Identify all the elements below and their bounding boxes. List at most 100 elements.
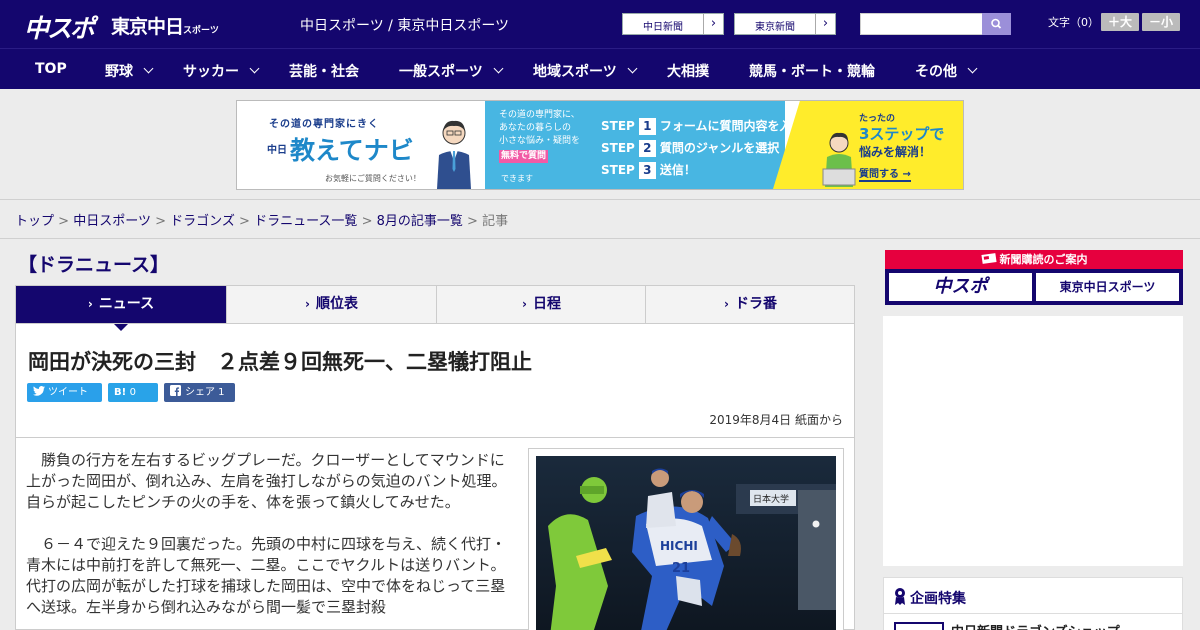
divider bbox=[16, 437, 854, 438]
step-label: STEP bbox=[601, 163, 635, 177]
nav-label: 芸能・社会 bbox=[289, 64, 359, 80]
divider bbox=[0, 238, 1200, 239]
banner-brand: 中日 教えてナビ bbox=[267, 131, 414, 167]
nav-item-general-sports[interactable]: 一般スポーツ bbox=[399, 61, 504, 81]
banner-mid-highlight: 無料で質問 bbox=[499, 150, 549, 163]
breadcrumb: トップ > 中日スポーツ > ドラゴンズ > ドラニュース一覧 > 8月の記事一… bbox=[15, 210, 508, 229]
twitter-icon bbox=[33, 386, 45, 396]
article-date: 2019年8月4日 紙面から bbox=[709, 413, 843, 427]
subscription-head: 新聞購読のご案内 bbox=[885, 250, 1183, 269]
subscription-banner[interactable]: 新聞購読のご案内 中スポ 東京中日スポーツ bbox=[885, 250, 1183, 305]
step-text: 質問のジャンルを選択 bbox=[659, 141, 780, 155]
nav-item-other[interactable]: その他 bbox=[915, 61, 978, 81]
tweet-label: ツイート bbox=[48, 387, 88, 398]
breadcrumb-link-dragons[interactable]: ドラゴンズ bbox=[170, 214, 235, 229]
feature-box: 企画特集 中日新聞ドラゴンズショップ bbox=[883, 577, 1183, 630]
tokyo-logo-text: 東京中日 bbox=[111, 16, 184, 38]
step-text: フォームに質問内容を入力 bbox=[659, 119, 804, 133]
hatena-count: 0 bbox=[129, 387, 137, 398]
breadcrumb-separator: > bbox=[155, 214, 166, 229]
chevron-down-icon bbox=[627, 63, 638, 74]
tokyo-shimbun-link[interactable]: 東京新聞 › bbox=[734, 13, 836, 35]
tokyo-chunichi-logo[interactable]: 東京中日スポーツ bbox=[111, 12, 219, 39]
font-bigger-button[interactable]: ＋大 bbox=[1101, 13, 1139, 31]
breadcrumb-link-dra-news[interactable]: ドラニュース一覧 bbox=[254, 214, 357, 229]
search-button[interactable] bbox=[982, 13, 1011, 35]
chuspo-sub-logo: 中スポ bbox=[889, 273, 1032, 301]
banner-step-2: STEP 2 質問のジャンルを選択 bbox=[601, 139, 779, 157]
chevron-right-icon: › bbox=[815, 14, 835, 34]
banner-mid-text: その道の専門家に、 あなたの暮らしの 小さな悩み・疑問を 無料で質問 bbox=[499, 109, 589, 163]
nav-item-top[interactable]: TOP bbox=[35, 61, 67, 77]
tokyo-logo-small: スポーツ bbox=[183, 26, 219, 36]
feature-title: 企画特集 bbox=[910, 591, 966, 607]
tweet-button[interactable]: ツイート bbox=[27, 383, 102, 402]
tab-schedule[interactable]: › 日程 bbox=[436, 286, 646, 323]
nav-label: 大相撲 bbox=[667, 64, 709, 80]
feature-thumbnail[interactable] bbox=[894, 622, 944, 630]
banner-right-line-2: 3ステップで bbox=[859, 125, 945, 143]
breadcrumb-link-august[interactable]: 8月の記事一覧 bbox=[377, 214, 463, 229]
nav-item-soccer[interactable]: サッカー bbox=[183, 61, 260, 81]
tab-label: 日程 bbox=[532, 296, 561, 312]
oshiete-navi-banner[interactable]: その道の専門家にきく 中日 教えてナビ お気軽にご質問ください！ その道の専門家に… bbox=[236, 100, 964, 190]
article-photo-frame: 日本大学 HICHI 21 bbox=[528, 448, 844, 630]
category-tabs: › ニュース › 順位表 › 日程 › ドラ番 bbox=[15, 285, 855, 324]
tab-label: ドラ番 bbox=[734, 296, 777, 312]
search-input[interactable] bbox=[860, 13, 983, 35]
nav-item-sumo[interactable]: 大相撲 bbox=[667, 61, 709, 81]
chevron-down-icon bbox=[249, 63, 260, 74]
tab-label: ニュース bbox=[98, 296, 155, 312]
chevron-down-icon bbox=[967, 63, 978, 74]
divider bbox=[0, 199, 1200, 200]
font-smaller-button[interactable]: －小 bbox=[1142, 13, 1180, 31]
step-number: 2 bbox=[638, 140, 656, 157]
chevron-right-icon: › bbox=[87, 297, 93, 311]
tokyo-shimbun-label: 東京新聞 bbox=[755, 22, 795, 33]
banner-left-panel: その道の専門家にきく 中日 教えてナビ お気軽にご質問ください！ bbox=[237, 101, 485, 189]
banner-step-3: STEP 3 送信！ bbox=[601, 161, 696, 179]
feature-item-link[interactable]: 中日新聞ドラゴンズショップ bbox=[951, 621, 1120, 630]
nav-label: 競馬・ボート・競輪 bbox=[749, 64, 875, 80]
breadcrumb-link-top[interactable]: トップ bbox=[15, 214, 54, 229]
banner-mid-line-3: 小さな悩み・疑問を bbox=[499, 136, 581, 146]
nav-item-entertainment[interactable]: 芸能・社会 bbox=[289, 61, 359, 81]
tab-standings[interactable]: › 順位表 bbox=[226, 286, 436, 323]
tab-dra-ban[interactable]: › ドラ番 bbox=[645, 286, 855, 323]
divider bbox=[884, 613, 1182, 614]
banner-step-1: STEP 1 フォームに質問内容を入力 bbox=[601, 117, 803, 135]
svg-text:日本大学: 日本大学 bbox=[753, 493, 789, 505]
nav-label: サッカー bbox=[183, 64, 239, 80]
header-bar: 中スポ 東京中日スポーツ 中日スポーツ / 東京中日スポーツ 中日新聞 › 東京… bbox=[0, 0, 1200, 48]
hatena-icon: B! bbox=[114, 387, 127, 398]
breadcrumb-separator: > bbox=[239, 214, 250, 229]
tab-news[interactable]: › ニュース bbox=[16, 286, 226, 323]
nav-label: 地域スポーツ bbox=[533, 64, 617, 80]
chuspo-logo[interactable]: 中スポ bbox=[24, 9, 95, 45]
chunichi-shimbun-link[interactable]: 中日新聞 › bbox=[622, 13, 724, 35]
step-text: 送信！ bbox=[659, 163, 696, 177]
step-number: 3 bbox=[638, 162, 656, 179]
article-photo[interactable]: 日本大学 HICHI 21 bbox=[536, 456, 836, 630]
site-title: 中日スポーツ / 東京中日スポーツ bbox=[300, 18, 510, 34]
breadcrumb-link-chunichi-sports[interactable]: 中日スポーツ bbox=[73, 214, 151, 229]
article: 岡田が決死の三封 ２点差９回無死一、二塁犠打阻止 ツイート B! 0 シェア 1… bbox=[15, 323, 855, 630]
breadcrumb-separator: > bbox=[467, 214, 478, 229]
chevron-right-icon: › bbox=[522, 297, 527, 311]
nav-item-racing[interactable]: 競馬・ボート・競輪 bbox=[749, 61, 875, 81]
banner-brand-prefix: 中日 bbox=[267, 145, 287, 156]
facebook-icon bbox=[170, 385, 181, 396]
banner-mid-line-2: あなたの暮らしの bbox=[499, 123, 572, 133]
nav-item-baseball[interactable]: 野球 bbox=[105, 61, 154, 81]
chevron-right-icon: › bbox=[305, 297, 310, 311]
nav-item-local-sports[interactable]: 地域スポーツ bbox=[533, 61, 638, 81]
breadcrumb-current: 記事 bbox=[482, 214, 509, 229]
banner-cta[interactable]: 質問する → bbox=[859, 165, 911, 182]
nav-label: 一般スポーツ bbox=[399, 64, 483, 80]
facebook-share-button[interactable]: シェア 1 bbox=[164, 383, 235, 402]
tab-label: 順位表 bbox=[315, 296, 358, 312]
baseball-play-photo: 日本大学 HICHI 21 bbox=[536, 456, 836, 630]
chevron-down-icon bbox=[143, 63, 154, 74]
uniform-number: 21 bbox=[672, 561, 690, 576]
hatena-bookmark-button[interactable]: B! 0 bbox=[108, 383, 158, 402]
